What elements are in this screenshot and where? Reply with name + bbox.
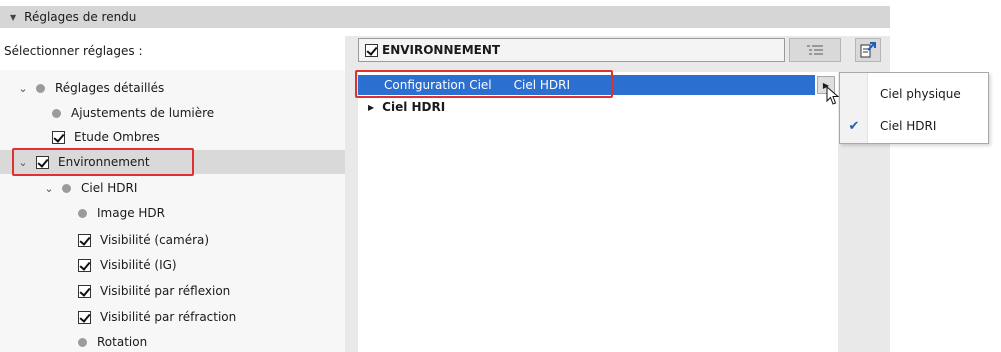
mouse-cursor-icon: [826, 86, 840, 105]
tree-item-visibilite-refraction[interactable]: Visibilité par réfraction: [78, 305, 236, 329]
list-icon: [807, 45, 823, 55]
menu-item-label: Ciel HDRI: [880, 119, 937, 133]
dot-icon: [52, 108, 61, 118]
environment-checkbox[interactable]: [365, 43, 378, 57]
tree-item-label: Réglages détaillés: [55, 81, 165, 95]
chevron-down-icon[interactable]: ⌄: [42, 182, 56, 195]
export-button[interactable]: [855, 38, 881, 62]
ciel-hdri-section[interactable]: ▶ Ciel HDRI: [368, 100, 445, 114]
export-icon: [860, 42, 876, 58]
checkbox[interactable]: [78, 258, 91, 272]
tree-item-image-hdr[interactable]: Image HDR: [78, 201, 165, 225]
tree-item-label: Ciel HDRI: [81, 181, 138, 195]
tree-item-label: Visibilité par réfraction: [100, 310, 237, 324]
tree-item-ciel-hdri[interactable]: ⌄ Ciel HDRI: [42, 176, 137, 200]
sky-type-menu: Ciel physique ✔ Ciel HDRI: [839, 72, 989, 144]
menu-item-ciel-physique[interactable]: Ciel physique: [840, 79, 988, 109]
tree-item-visibilite-ig[interactable]: Visibilité (IG): [78, 253, 177, 277]
environment-title: ENVIRONNEMENT: [382, 43, 501, 57]
tree-item-label: Ajustements de lumière: [71, 106, 215, 120]
list-view-button[interactable]: [789, 38, 841, 62]
section-title: Réglages de rendu: [24, 10, 137, 24]
checkbox[interactable]: [78, 284, 91, 298]
dot-icon: [36, 83, 45, 93]
checkbox[interactable]: [78, 233, 91, 247]
highlight-frame: [12, 148, 194, 176]
chevron-down-icon[interactable]: ⌄: [16, 82, 30, 95]
tree-item-etude-ombres[interactable]: Etude Ombres: [52, 125, 160, 149]
checkmark-icon: ✔: [848, 118, 860, 134]
triangle-down-icon: ▼: [10, 12, 17, 22]
select-settings-label: Sélectionner réglages :: [4, 44, 143, 58]
menu-item-label: Ciel physique: [880, 87, 961, 101]
tree-item-ajustements[interactable]: Ajustements de lumière: [52, 101, 214, 125]
dot-icon: [78, 208, 87, 218]
dot-icon: [62, 183, 71, 193]
tree-item-label: Etude Ombres: [74, 130, 160, 144]
tree-item-label: Visibilité (IG): [100, 258, 177, 272]
tree-item-visibilite-camera[interactable]: Visibilité (caméra): [78, 228, 209, 252]
section-header[interactable]: ▼ Réglages de rendu: [0, 6, 890, 28]
highlight-frame: [355, 70, 613, 98]
tree-item-label: Visibilité par réflexion: [100, 284, 231, 298]
section-label: Ciel HDRI: [382, 100, 446, 114]
tree-item-label: Visibilité (caméra): [100, 233, 210, 247]
environment-title-field[interactable]: ENVIRONNEMENT: [358, 38, 785, 62]
tree-item-rotation[interactable]: Rotation: [78, 330, 147, 352]
tree-item-reglages-detailles[interactable]: ⌄ Réglages détaillés: [16, 76, 164, 100]
triangle-right-icon: ▶: [368, 102, 375, 112]
checkbox[interactable]: [52, 130, 65, 144]
settings-content-area: [358, 72, 838, 352]
checkbox[interactable]: [78, 310, 91, 324]
tree-item-label: Rotation: [97, 335, 148, 349]
tree-item-visibilite-reflexion[interactable]: Visibilité par réflexion: [78, 279, 230, 303]
tree-item-label: Image HDR: [97, 206, 165, 220]
menu-item-ciel-hdri[interactable]: ✔ Ciel HDRI: [840, 111, 988, 141]
dot-icon: [78, 337, 87, 347]
